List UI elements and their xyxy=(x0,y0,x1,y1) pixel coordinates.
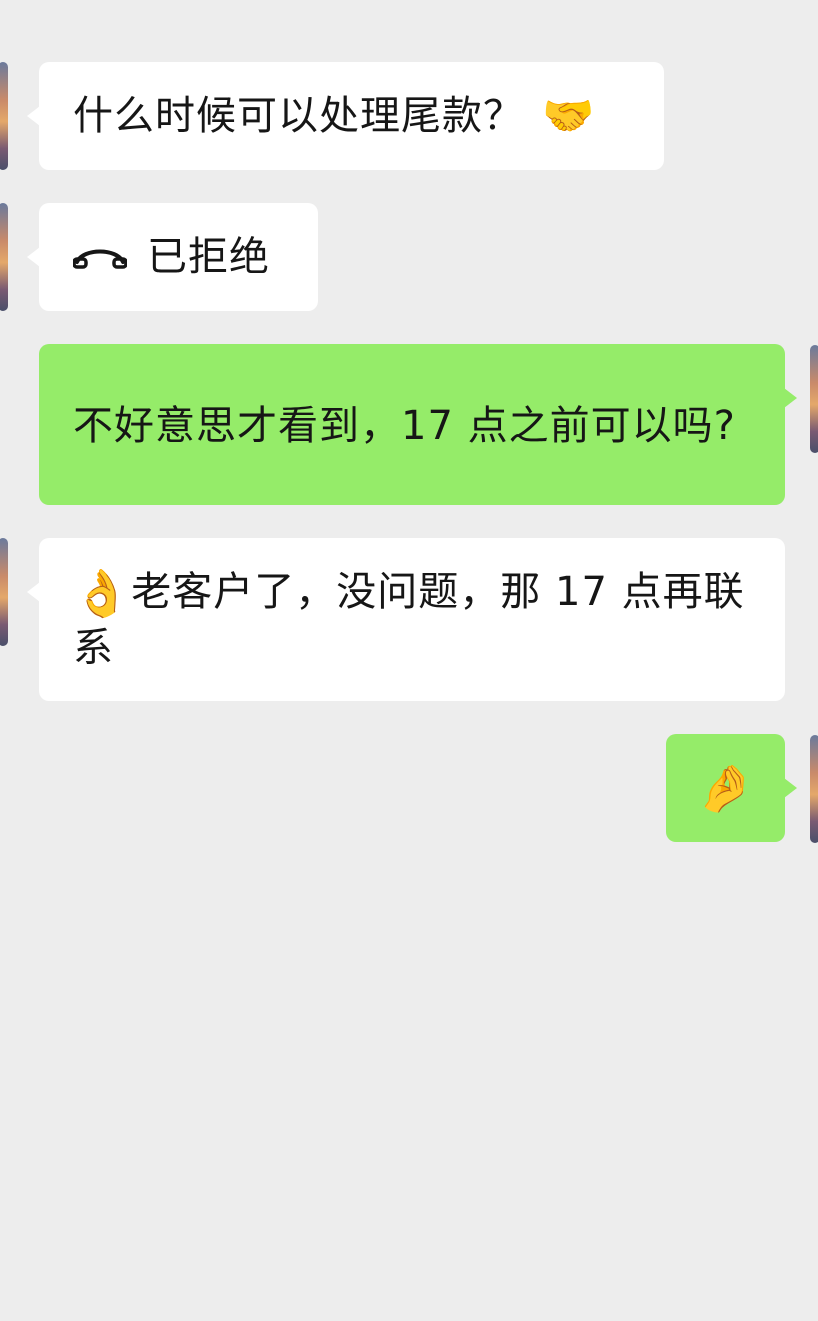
bubble-tail xyxy=(784,388,797,408)
ok-hand-icon: 👌 xyxy=(73,565,132,620)
message-bubble-outgoing[interactable]: 不好意思才看到，17 点之前可以吗? xyxy=(39,344,797,505)
message-bubble-incoming[interactable]: 👌老客户了，没问题，那 17 点再联系 xyxy=(27,538,785,701)
message-text: 什么时候可以处理尾款？ xyxy=(73,93,524,139)
call-status-text: 已拒绝 xyxy=(147,234,270,280)
message-text: 👌老客户了，没问题，那 17 点再联系 xyxy=(73,564,755,676)
bubble-tail xyxy=(27,106,40,126)
message-bubble-outgoing[interactable]: 🤌 xyxy=(666,734,797,842)
bubble-tail xyxy=(784,778,797,798)
bubble-tail xyxy=(27,582,40,602)
my-avatar[interactable] xyxy=(810,735,818,843)
message-text: 不好意思才看到，17 点之前可以吗? xyxy=(73,402,736,449)
contact-avatar[interactable] xyxy=(0,62,8,170)
phone-hangup-icon xyxy=(73,249,127,269)
my-avatar[interactable] xyxy=(810,345,818,453)
contact-avatar[interactable] xyxy=(0,538,8,646)
message-bubble-incoming[interactable]: 什么时候可以处理尾款？ 🤝 xyxy=(27,62,664,170)
contact-avatar[interactable] xyxy=(0,203,8,311)
call-record-bubble[interactable]: 已拒绝 xyxy=(27,203,318,311)
message-text-content: 老客户了，没问题，那 17 点再联系 xyxy=(73,568,745,671)
handshake-icon: 🤝 xyxy=(542,91,595,140)
bubble-tail xyxy=(27,247,40,267)
pinched-fingers-icon: 🤌 xyxy=(696,761,755,815)
